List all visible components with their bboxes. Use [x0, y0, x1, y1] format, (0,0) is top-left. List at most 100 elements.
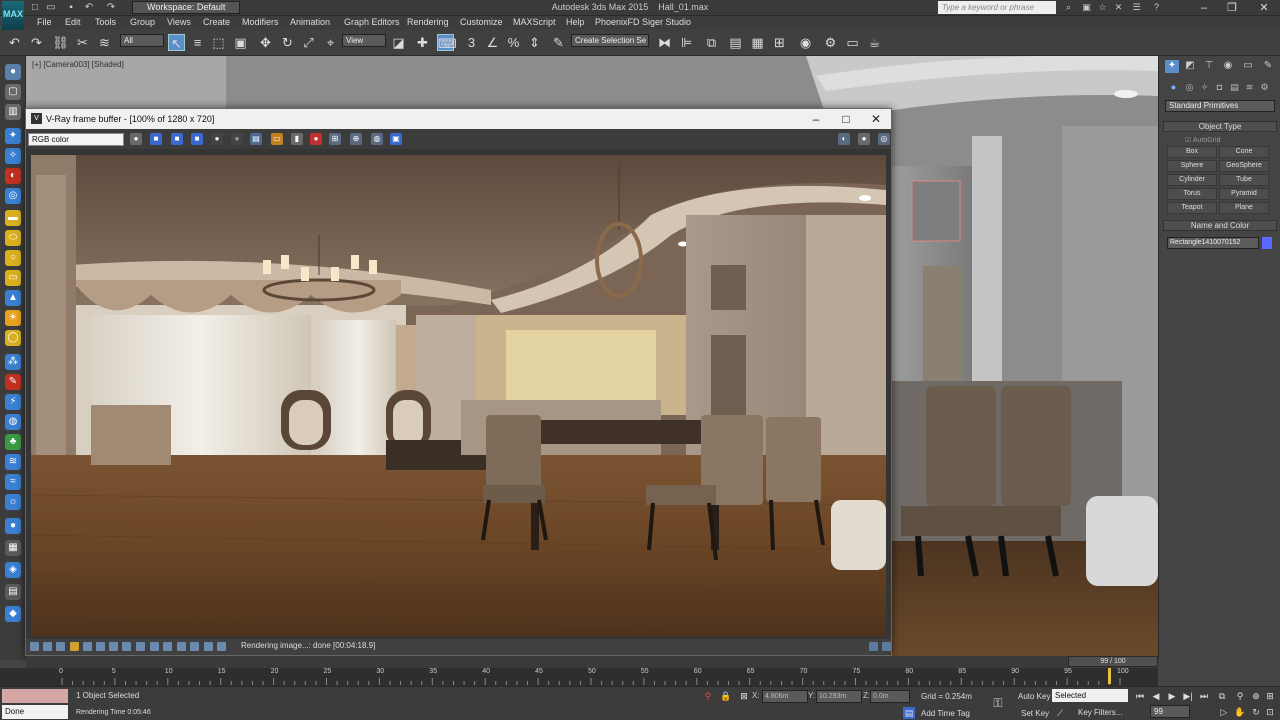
object-type-rollout[interactable]: Object Type	[1163, 121, 1277, 132]
link-3dsmax-icon[interactable]: ⊕	[350, 133, 362, 145]
pixel-info-icon[interactable]	[136, 642, 145, 651]
geosphere-button[interactable]: GeoSphere	[1219, 160, 1269, 172]
absolute-mode-icon[interactable]: ⊠	[738, 690, 750, 702]
clear-image-icon[interactable]: ▮	[291, 133, 303, 145]
hierarchy-tab-icon[interactable]: ⊤	[1202, 60, 1216, 73]
named-selection-dropdown[interactable]: Create Selection Se	[571, 34, 649, 47]
render-last-icon[interactable]: ◐	[838, 133, 850, 145]
pivot-center-icon[interactable]: ◪	[390, 34, 407, 51]
torus-button[interactable]: Torus	[1167, 188, 1217, 200]
menu-graph-editors[interactable]: Graph Editors	[344, 17, 400, 27]
plane-button[interactable]: Plane	[1219, 202, 1269, 214]
sign-in-icon[interactable]: ☰	[1130, 2, 1143, 14]
bind-space-warp-icon[interactable]: ≋	[96, 34, 113, 51]
next-frame-icon[interactable]: ▶|	[1182, 690, 1194, 702]
lens-icon[interactable]	[122, 642, 131, 651]
selection-filter-dropdown[interactable]: All	[120, 34, 164, 47]
exposure-icon[interactable]	[70, 642, 79, 651]
mono-channel-icon[interactable]: ●	[231, 133, 243, 145]
app-logo-icon[interactable]: MAX	[2, 1, 24, 31]
load-image-icon[interactable]: ▭	[271, 133, 283, 145]
fur-icon[interactable]: ≈	[5, 474, 21, 490]
compare-icon[interactable]	[163, 642, 172, 651]
bg-image-icon[interactable]	[109, 642, 118, 651]
mirror-icon[interactable]: ⧓	[656, 34, 673, 51]
isolate-selection-icon[interactable]: ⚲	[702, 690, 714, 702]
binoculars-icon[interactable]: ⌕	[1062, 2, 1075, 14]
layer-manager-icon[interactable]: ⧉	[703, 34, 720, 51]
icc-icon[interactable]	[217, 642, 226, 651]
time-tag-icon[interactable]: ▤	[903, 707, 915, 719]
current-frame-field[interactable]: 99	[1150, 705, 1190, 718]
menu-rendering[interactable]: Rendering	[407, 17, 449, 27]
menu-views[interactable]: Views	[167, 17, 191, 27]
maxscript-listener-input[interactable]	[2, 689, 68, 703]
menu-phoenixfd[interactable]: PhoenixFD	[595, 17, 640, 27]
scatter-icon[interactable]: ▤	[5, 584, 21, 600]
menu-tools[interactable]: Tools	[95, 17, 116, 27]
open-file-icon[interactable]: ▭	[44, 1, 58, 14]
add-time-tag-button[interactable]: Add Time Tag	[921, 709, 970, 718]
search-input[interactable]: Type a keyword or phrase	[938, 1, 1056, 14]
key-icon[interactable]: ⚿	[992, 697, 1004, 709]
zoom-icon[interactable]: ⚲	[1234, 690, 1246, 702]
menu-create[interactable]: Create	[203, 17, 230, 27]
workspace-dropdown[interactable]: Workspace: Default	[132, 1, 240, 14]
close-icon[interactable]: ✕	[1250, 0, 1278, 16]
cone-button[interactable]: Cone	[1219, 146, 1269, 158]
rendered-frame-window-icon[interactable]: ▭	[844, 34, 861, 51]
go-to-end-icon[interactable]: ⏭	[1198, 690, 1210, 702]
primitive-category-dropdown[interactable]: Standard Primitives	[1165, 100, 1275, 112]
render-setup-icon[interactable]: ⚙	[822, 34, 839, 51]
systems-category-icon[interactable]: ⚙	[1258, 82, 1271, 94]
rectangular-selection-icon[interactable]: ⬚	[210, 34, 227, 51]
vfb-settings-icon[interactable]	[869, 642, 878, 651]
zoom-extents-icon[interactable]: ⊞	[1264, 690, 1276, 702]
ocio-icon[interactable]	[204, 642, 213, 651]
fluid-icon[interactable]: ☼	[5, 494, 21, 510]
track-mouse-icon[interactable]: ◍	[371, 133, 383, 145]
schematic-view-icon[interactable]: ⊞	[771, 34, 788, 51]
set-key-button[interactable]: Set Key	[1021, 709, 1049, 718]
auto-key-button[interactable]: Auto Key	[1018, 692, 1050, 701]
proxy-icon[interactable]: ◆	[5, 606, 21, 622]
vfb-close-icon[interactable]: ✕	[861, 109, 891, 129]
reference-coordinate-dropdown[interactable]: View	[342, 34, 386, 47]
channel-dropdown[interactable]: RGB color	[28, 133, 124, 146]
key-filters-button[interactable]: Key Filters...	[1078, 708, 1122, 717]
key-mode-dropdown[interactable]: Selected	[1052, 689, 1128, 702]
save-file-icon[interactable]: ▪	[64, 1, 78, 14]
alpha-channel-icon[interactable]: ●	[211, 133, 223, 145]
communication-icon[interactable]: ✕	[1112, 2, 1125, 14]
red-channel-icon[interactable]: ■	[150, 133, 162, 145]
color-picker-icon[interactable]: ●	[130, 133, 142, 145]
viewport-label[interactable]: [+] [Camera003] [Shaded]	[32, 60, 124, 69]
lights-icon[interactable]: ▥	[5, 104, 21, 120]
align-icon[interactable]: ⊫	[678, 34, 695, 51]
helpers-icon[interactable]: ✧	[5, 148, 21, 164]
place-icon[interactable]: ⌖	[322, 34, 339, 51]
menu-help[interactable]: Help	[566, 17, 585, 27]
render-icon[interactable]: ●	[858, 133, 870, 145]
edit-named-selection-icon[interactable]: ✎	[550, 34, 567, 51]
restore-icon[interactable]: ❐	[1218, 0, 1246, 16]
y-coordinate-field[interactable]: 10.293m	[816, 690, 862, 703]
menu-edit[interactable]: Edit	[65, 17, 81, 27]
lut-icon[interactable]	[43, 642, 52, 651]
rotate-icon[interactable]: ↻	[279, 34, 296, 51]
cylinder-icon[interactable]: ⬭	[5, 230, 21, 246]
blue-channel-icon[interactable]: ■	[191, 133, 203, 145]
subscription-icon[interactable]: ▣	[1080, 2, 1093, 14]
stop-render-icon[interactable]: ●	[310, 133, 322, 145]
redo-icon[interactable]: ↷	[28, 34, 45, 51]
orbit-icon[interactable]: ↻	[1250, 706, 1262, 718]
object-name-field[interactable]: Rectangle1410070152	[1167, 237, 1259, 249]
sphere-icon[interactable]: ○	[5, 250, 21, 266]
create-tab-icon[interactable]: ✦	[1165, 60, 1179, 73]
torus-icon[interactable]: ◯	[5, 330, 21, 346]
curve-icon[interactable]	[96, 642, 105, 651]
window-crossing-icon[interactable]: ▣	[232, 34, 249, 51]
geometry-category-icon[interactable]: ●	[1167, 82, 1180, 94]
maxscript-output[interactable]: Done	[2, 705, 68, 719]
menu-modifiers[interactable]: Modifiers	[242, 17, 279, 27]
